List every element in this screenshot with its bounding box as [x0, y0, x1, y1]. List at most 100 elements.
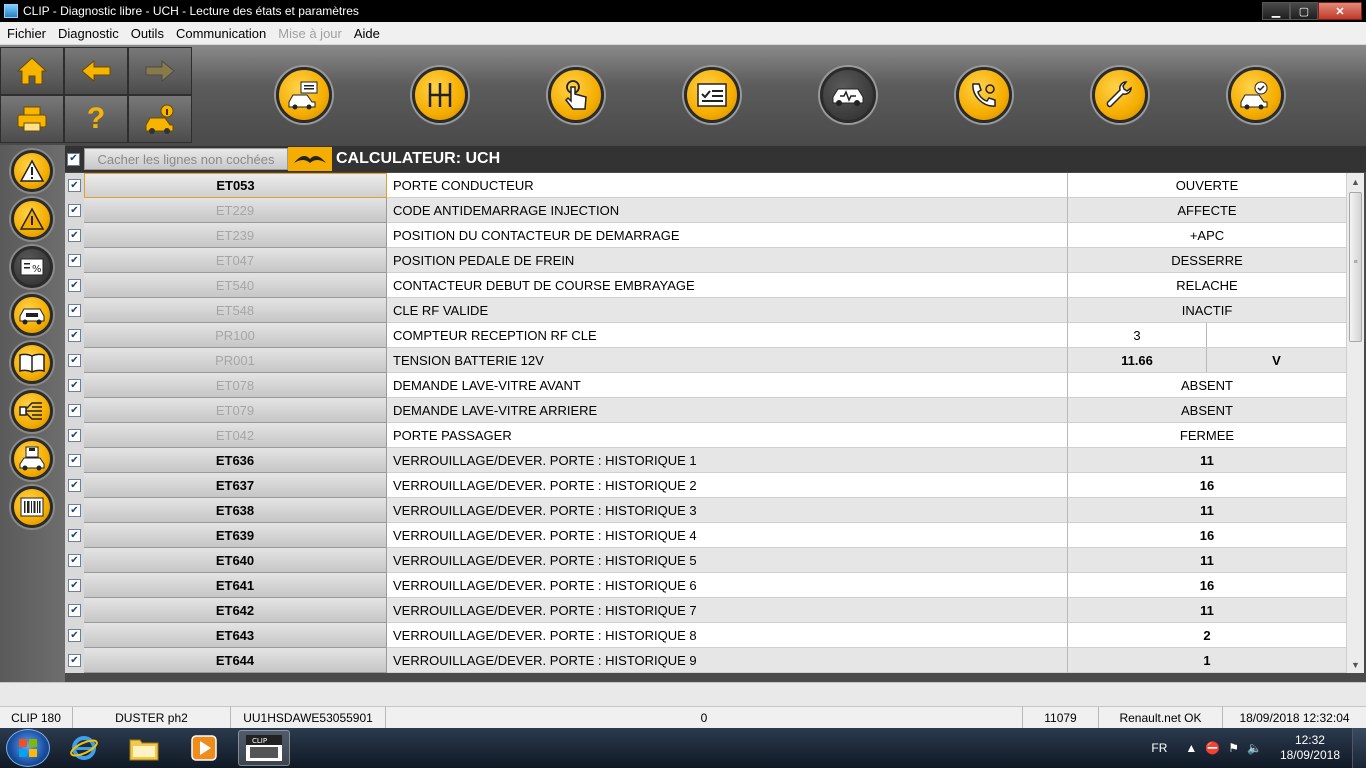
show-desktop-button[interactable] — [1352, 728, 1366, 768]
vertical-scrollbar[interactable]: ▲ ≡ ▼ — [1346, 173, 1364, 673]
taskbar-clock[interactable]: 12:32 18/09/2018 — [1280, 733, 1340, 763]
maximize-button[interactable]: ▢ — [1290, 2, 1318, 20]
scroll-down-icon[interactable]: ▼ — [1347, 656, 1364, 673]
vehicle-info-button[interactable] — [128, 95, 192, 143]
row-code[interactable]: ET548 — [84, 298, 387, 323]
table-row[interactable]: ✔ ET047 POSITION PEDALE DE FREIN DESSERRE — [65, 248, 1346, 273]
menu-outils[interactable]: Outils — [124, 26, 169, 41]
table-row[interactable]: ✔ ET239 POSITION DU CONTACTEUR DE DEMARRAG… — [65, 223, 1346, 248]
table-row[interactable]: ✔ ET641 VERROUILLAGE/DEVER. PORTE : HISTOR… — [65, 573, 1346, 598]
taskbar-clip[interactable]: CLIP — [238, 730, 290, 766]
sidebar-warning-button[interactable] — [11, 150, 53, 192]
row-code[interactable]: PR100 — [84, 323, 387, 348]
table-row[interactable]: ✔ ET078 DEMANDE LAVE-VITRE AVANT ABSENT — [65, 373, 1346, 398]
scroll-thumb[interactable] — [1349, 192, 1362, 342]
row-code[interactable]: ET047 — [84, 248, 387, 273]
tray-expand-icon[interactable]: ▲ — [1185, 741, 1197, 755]
help-button[interactable]: ? — [64, 95, 128, 143]
row-code[interactable]: ET053 — [84, 173, 387, 198]
taskbar-explorer[interactable] — [118, 730, 170, 766]
row-checkbox[interactable]: ✔ — [68, 379, 81, 392]
table-row[interactable]: ✔ ET540 CONTACTEUR DEBUT DE COURSE EMBRAYA… — [65, 273, 1346, 298]
language-indicator[interactable]: FR — [1151, 741, 1167, 755]
row-checkbox[interactable]: ✔ — [68, 179, 81, 192]
toolbar-phone-support-button[interactable] — [956, 67, 1012, 123]
table-row[interactable]: ✔ ET640 VERROUILLAGE/DEVER. PORTE : HISTOR… — [65, 548, 1346, 573]
action-center-icon[interactable]: ⚑ — [1228, 741, 1239, 755]
print-button[interactable] — [0, 95, 64, 143]
table-row[interactable]: ✔ ET643 VERROUILLAGE/DEVER. PORTE : HISTOR… — [65, 623, 1346, 648]
row-code[interactable]: ET636 — [84, 448, 387, 473]
row-code[interactable]: ET229 — [84, 198, 387, 223]
row-checkbox[interactable]: ✔ — [68, 479, 81, 492]
volume-icon[interactable]: 🔈 — [1247, 741, 1262, 755]
row-checkbox[interactable]: ✔ — [68, 254, 81, 267]
sidebar-alert-button[interactable] — [11, 198, 53, 240]
table-row[interactable]: ✔ ET638 VERROUILLAGE/DEVER. PORTE : HISTOR… — [65, 498, 1346, 523]
row-checkbox[interactable]: ✔ — [68, 404, 81, 417]
hide-unchecked-button[interactable]: Cacher les lignes non cochées — [84, 148, 288, 170]
home-button[interactable] — [0, 47, 64, 95]
hide-unchecked-checkbox[interactable]: ✔ — [67, 152, 80, 166]
table-row[interactable]: ✔ ET053 PORTE CONDUCTEUR OUVERTE — [65, 173, 1346, 198]
row-checkbox[interactable]: ✔ — [68, 229, 81, 242]
taskbar-ie[interactable] — [58, 730, 110, 766]
toolbar-car-check-button[interactable] — [1228, 67, 1284, 123]
row-checkbox[interactable]: ✔ — [68, 429, 81, 442]
row-code[interactable]: ET639 — [84, 523, 387, 548]
row-checkbox[interactable]: ✔ — [68, 504, 81, 517]
row-code[interactable]: ET641 — [84, 573, 387, 598]
table-row[interactable]: ✔ ET229 CODE ANTIDEMARRAGE INJECTION AFFECT… — [65, 198, 1346, 223]
sidebar-book-button[interactable] — [11, 342, 53, 384]
row-checkbox[interactable]: ✔ — [68, 579, 81, 592]
table-row[interactable]: ✔ ET548 CLE RF VALIDE INACTIF — [65, 298, 1346, 323]
table-row[interactable]: ✔ ET042 PORTE PASSAGER FERMEE — [65, 423, 1346, 448]
table-row[interactable]: ✔ ET637 VERROUILLAGE/DEVER. PORTE : HISTOR… — [65, 473, 1346, 498]
row-code[interactable]: ET239 — [84, 223, 387, 248]
toolbar-checklist-button[interactable] — [684, 67, 740, 123]
table-row[interactable]: ✔ PR100 COMPTEUR RECEPTION RF CLE 3 — [65, 323, 1346, 348]
toolbar-wrench-button[interactable] — [1092, 67, 1148, 123]
row-checkbox[interactable]: ✔ — [68, 329, 81, 342]
table-row[interactable]: ✔ ET642 VERROUILLAGE/DEVER. PORTE : HISTOR… — [65, 598, 1346, 623]
start-button[interactable] — [6, 729, 50, 767]
toolbar-gearbox-button[interactable] — [412, 67, 468, 123]
table-row[interactable]: ✔ ET644 VERROUILLAGE/DEVER. PORTE : HISTOR… — [65, 648, 1346, 673]
row-code[interactable]: ET640 — [84, 548, 387, 573]
row-code[interactable]: ET042 — [84, 423, 387, 448]
sidebar-barcode-button[interactable] — [11, 486, 53, 528]
menu-diagnostic[interactable]: Diagnostic — [51, 26, 124, 41]
sidebar-save-car-button[interactable] — [11, 438, 53, 480]
row-checkbox[interactable]: ✔ — [68, 454, 81, 467]
menu-communication[interactable]: Communication — [169, 26, 271, 41]
network-icon[interactable]: ⛔ — [1205, 741, 1220, 755]
toolbar-diagnostic-button[interactable] — [820, 67, 876, 123]
scroll-up-icon[interactable]: ▲ — [1347, 173, 1364, 190]
taskbar-media-player[interactable] — [178, 730, 230, 766]
row-checkbox[interactable]: ✔ — [68, 354, 81, 367]
row-code[interactable]: ET078 — [84, 373, 387, 398]
row-code[interactable]: ET638 — [84, 498, 387, 523]
sidebar-car-ecu-button[interactable] — [11, 294, 53, 336]
close-button[interactable]: ✕ — [1318, 2, 1362, 20]
row-checkbox[interactable]: ✔ — [68, 629, 81, 642]
row-code[interactable]: ET637 — [84, 473, 387, 498]
row-checkbox[interactable]: ✔ — [68, 554, 81, 567]
row-checkbox[interactable]: ✔ — [68, 279, 81, 292]
row-checkbox[interactable]: ✔ — [68, 654, 81, 667]
row-checkbox[interactable]: ✔ — [68, 304, 81, 317]
table-row[interactable]: ✔ ET639 VERROUILLAGE/DEVER. PORTE : HISTOR… — [65, 523, 1346, 548]
row-code[interactable]: ET079 — [84, 398, 387, 423]
forward-button[interactable] — [128, 47, 192, 95]
row-checkbox[interactable]: ✔ — [68, 204, 81, 217]
row-checkbox[interactable]: ✔ — [68, 529, 81, 542]
sidebar-params-button[interactable]: % — [11, 246, 53, 288]
menu-fichier[interactable]: Fichier — [0, 26, 51, 41]
row-code[interactable]: PR001 — [84, 348, 387, 373]
minimize-button[interactable]: ▁ — [1262, 2, 1290, 20]
back-button[interactable] — [64, 47, 128, 95]
menu-aide[interactable]: Aide — [347, 26, 385, 41]
table-row[interactable]: ✔ ET079 DEMANDE LAVE-VITRE ARRIERE ABSENT — [65, 398, 1346, 423]
toolbar-car-display-button[interactable] — [276, 67, 332, 123]
row-checkbox[interactable]: ✔ — [68, 604, 81, 617]
